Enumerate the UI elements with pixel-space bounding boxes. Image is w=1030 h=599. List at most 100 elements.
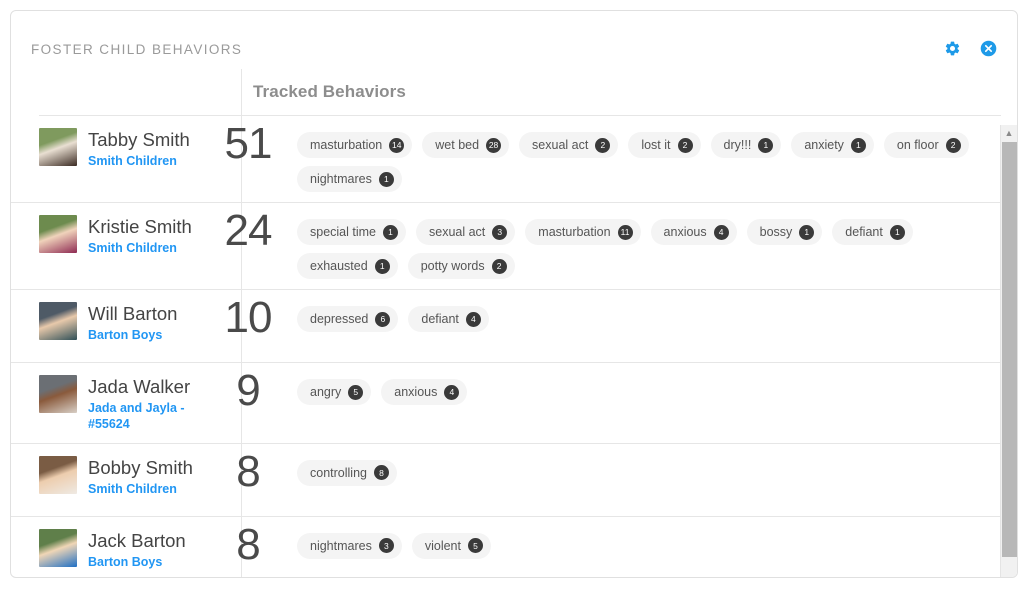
- person-group-link[interactable]: Barton Boys: [88, 555, 186, 571]
- behavior-tag-count: 4: [713, 224, 729, 240]
- behavior-tag-label: on floor: [896, 138, 939, 152]
- behavior-tag-label: nightmares: [310, 538, 372, 553]
- behavior-tag[interactable]: violent 5: [411, 532, 491, 559]
- behavior-tag-count: 4: [444, 384, 460, 400]
- behavior-tag-count: 5: [467, 538, 483, 554]
- behavior-tag[interactable]: depressed 6: [297, 306, 399, 332]
- behavior-tag-label: sexual act: [532, 138, 589, 152]
- behavior-tag[interactable]: lost it 2: [628, 132, 701, 158]
- person-name: Will Barton: [88, 303, 178, 324]
- person-group-link[interactable]: Barton Boys: [88, 328, 177, 344]
- person-cell: Tabby Smith Smith Children: [11, 116, 213, 180]
- close-circle-icon[interactable]: [979, 39, 997, 57]
- behavior-tag[interactable]: anxious 4: [650, 219, 737, 245]
- person-cell: Kristie Smith Smith Children: [11, 203, 213, 267]
- table-header-row: Tracked Behaviors: [11, 69, 1017, 116]
- person-cell: Jada Walker Jada and Jayla - #55624: [11, 363, 213, 443]
- behavior-tag[interactable]: sexual act 3: [416, 219, 516, 245]
- behavior-tag[interactable]: nightmares 1: [297, 166, 402, 192]
- behavior-tag[interactable]: wet bed 28: [422, 132, 510, 158]
- behavior-tag-count: 3: [492, 224, 508, 240]
- person-info: Will Barton Barton Boys: [88, 302, 177, 344]
- chevron-up-icon[interactable]: ▲: [1001, 125, 1017, 142]
- behavior-tag-label: anxiety: [804, 138, 844, 152]
- person-group-link[interactable]: Smith Children: [88, 241, 192, 257]
- behavior-tag[interactable]: sexual act 2: [519, 132, 619, 158]
- behavior-tag-label: defiant: [421, 312, 459, 326]
- person-info: Tabby Smith Smith Children: [88, 128, 190, 170]
- gear-icon[interactable]: [943, 39, 961, 57]
- behavior-tag[interactable]: bossy 1: [746, 219, 823, 245]
- behavior-tag-count: 1: [850, 137, 866, 153]
- behavior-count: 10: [224, 293, 273, 342]
- person-group-link[interactable]: Jada and Jayla - #55624: [88, 401, 213, 432]
- behavior-count-cell: 24: [213, 203, 283, 253]
- table-row[interactable]: Bobby Smith Smith Children 8 controlling 8: [11, 444, 1017, 517]
- table-row[interactable]: Jada Walker Jada and Jayla - #55624 9 angry…: [11, 363, 1017, 444]
- scrollbar-thumb[interactable]: [1002, 142, 1017, 557]
- behavior-tag-label: anxious: [394, 385, 438, 399]
- person-name: Tabby Smith: [88, 129, 190, 150]
- behavior-tag-count: 11: [617, 224, 633, 240]
- behavior-tag[interactable]: angry 5: [297, 379, 372, 405]
- behavior-tag-count: 4: [465, 311, 481, 327]
- behavior-tag-label: defiant: [845, 225, 883, 239]
- behavior-count: 24: [224, 206, 273, 255]
- behavior-tag-label: wet bed: [435, 138, 480, 152]
- behavior-tag-label: potty words: [420, 259, 485, 273]
- tags-cell: angry 5 anxious 4: [283, 363, 1017, 415]
- behavior-tag-count: 1: [374, 258, 390, 274]
- behavior-tag-count: 2: [677, 137, 693, 153]
- behavior-tag[interactable]: dry!!! 1: [710, 132, 782, 158]
- behavior-tag[interactable]: defiant 4: [408, 306, 489, 332]
- behavior-tag[interactable]: defiant 1: [832, 219, 913, 245]
- table-row[interactable]: Kristie Smith Smith Children 24 special tim…: [11, 203, 1017, 290]
- behavior-tag-label: angry: [310, 385, 342, 399]
- behavior-tag-label: exhausted: [310, 259, 368, 273]
- person-info: Jada Walker Jada and Jayla - #55624: [88, 375, 213, 433]
- behavior-count-cell: 10: [213, 290, 283, 340]
- behavior-tag[interactable]: anxious 4: [381, 379, 468, 405]
- person-name: Kristie Smith: [88, 216, 192, 237]
- behavior-tag-label: bossy: [759, 225, 793, 239]
- behavior-tag[interactable]: anxiety 1: [791, 132, 874, 158]
- behavior-tag-label: special time: [310, 225, 376, 239]
- behavior-tag-label: violent: [424, 538, 461, 553]
- vertical-scrollbar[interactable]: ▲ ▼: [1000, 125, 1017, 577]
- behavior-tag[interactable]: controlling 8: [297, 459, 397, 486]
- behavior-tag[interactable]: exhausted 1: [297, 253, 398, 279]
- behavior-count-cell: 8: [213, 517, 283, 567]
- tags-cell: masturbation 14 wet bed 28 sexual act 2 lost i…: [283, 116, 1017, 202]
- person-group-link[interactable]: Smith Children: [88, 482, 193, 498]
- behavior-tag-label: anxious: [663, 225, 707, 239]
- behavior-tag[interactable]: masturbation 11: [525, 219, 641, 245]
- foster-child-behaviors-card: Foster Child Behaviors Tracked Behaviors…: [10, 10, 1018, 578]
- behavior-tag-count: 3: [378, 538, 394, 554]
- table-row[interactable]: Tabby Smith Smith Children 51 masturbation 1…: [11, 116, 1017, 203]
- behavior-count: 51: [224, 119, 273, 168]
- person-group-link[interactable]: Smith Children: [88, 154, 190, 170]
- behavior-count: 9: [236, 366, 261, 415]
- person-name: Jada Walker: [88, 376, 191, 397]
- behaviors-table: Tracked Behaviors Tabby Smith Smith Child…: [11, 69, 1017, 577]
- behavior-count-cell: 8: [213, 444, 283, 494]
- avatar: [39, 128, 77, 166]
- table-row[interactable]: Will Barton Barton Boys 10 depressed 6 defian…: [11, 290, 1017, 363]
- behavior-tag[interactable]: on floor 2: [883, 132, 969, 158]
- behavior-tag-count: 2: [945, 137, 961, 153]
- tags-cell: special time 1 sexual act 3 masturbation 11 an…: [283, 203, 1017, 289]
- avatar: [39, 528, 77, 567]
- behavior-count: 8: [236, 446, 261, 496]
- person-name: Jack Barton: [88, 529, 186, 551]
- behavior-count: 8: [236, 519, 261, 569]
- header-actions: [943, 39, 997, 57]
- behavior-tag[interactable]: special time 1: [297, 219, 406, 245]
- behavior-tag-label: nightmares: [310, 172, 372, 186]
- table-row[interactable]: Jack Barton Barton Boys 8 nightmares 3 violen…: [11, 517, 1017, 577]
- page-title: Foster Child Behaviors: [31, 42, 243, 57]
- behavior-tag[interactable]: potty words 2: [407, 253, 515, 279]
- table-body: Tabby Smith Smith Children 51 masturbation 1…: [11, 116, 1017, 577]
- behavior-tag[interactable]: nightmares 3: [297, 532, 402, 559]
- behavior-tag[interactable]: masturbation 14: [297, 132, 413, 158]
- behavior-tag-count: 1: [383, 224, 398, 240]
